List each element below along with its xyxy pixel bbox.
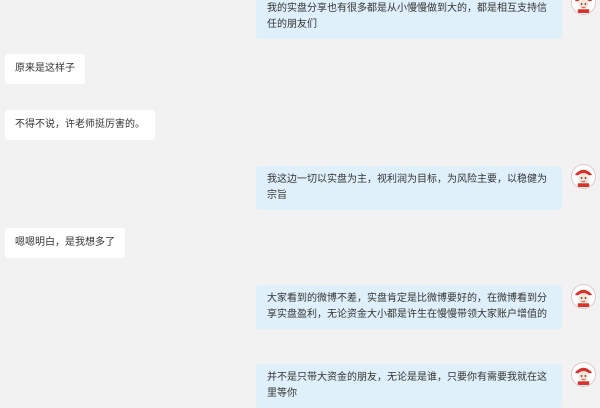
message-bubble-incoming: 嗯嗯明白，是我想多了 bbox=[5, 228, 125, 258]
mascot-avatar-icon[interactable] bbox=[571, 0, 596, 15]
mascot-avatar-icon[interactable] bbox=[571, 164, 596, 189]
message-bubble-outgoing: 我这边一切以实盘为主，视利润为目标，为风险主要，以稳健为宗旨 bbox=[256, 166, 562, 210]
chat-conversation: 我的实盘分享也有很多都是从小慢慢做到大的，都是相互支持信任的朋友们 原来是这样子… bbox=[0, 0, 600, 408]
mascot-avatar-icon[interactable] bbox=[571, 362, 596, 387]
message-bubble-outgoing: 大家看到的微博不差，实盘肯定是比微博要好的，在微博看到分享实盘盈利，无论资金大小… bbox=[256, 285, 562, 329]
message-bubble-incoming: 原来是这样子 bbox=[5, 54, 85, 84]
message-bubble-incoming: 不得不说，许老师挺厉害的。 bbox=[5, 110, 155, 140]
message-bubble-outgoing: 我的实盘分享也有很多都是从小慢慢做到大的，都是相互支持信任的朋友们 bbox=[256, 0, 562, 39]
message-bubble-outgoing: 并不是只带大资金的朋友，无论是是谁，只要你有需要我就在这里等你 bbox=[256, 364, 562, 408]
mascot-avatar-icon[interactable] bbox=[571, 284, 596, 309]
